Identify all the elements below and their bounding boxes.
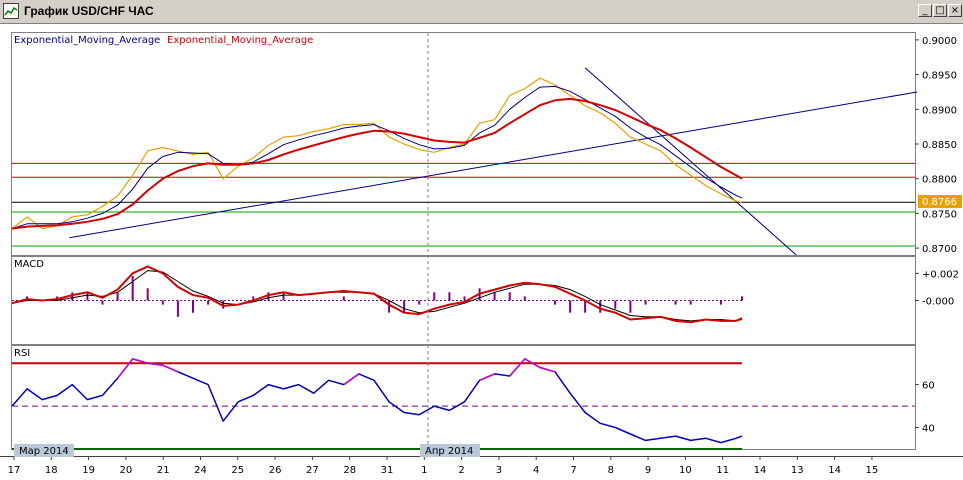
month-label-mar: Мар 2014: [19, 446, 69, 457]
legend-ema-fast: Exponential_Moving_Average: [14, 35, 160, 46]
xtick-label-5: 24: [194, 465, 207, 476]
minimize-button[interactable]: _: [918, 4, 932, 17]
xtick-label-6: 25: [231, 465, 244, 476]
price-ytick-label-5: 0.8750: [922, 209, 957, 220]
xtick-label-1: 18: [45, 465, 58, 476]
xtick-label-13: 3: [496, 465, 502, 476]
xtick-label-18: 10: [679, 465, 692, 476]
rsi-label: RSI: [14, 348, 30, 359]
xtick-label-20: 14: [754, 465, 767, 476]
xtick-label-21: 13: [791, 465, 804, 476]
month-label-apr: Апр 2014: [425, 446, 473, 457]
xtick-label-16: 8: [608, 465, 614, 476]
price-ytick-label-4: 0.8800: [922, 175, 957, 186]
xtick-label-9: 28: [343, 465, 356, 476]
xtick-label-10: 31: [381, 465, 394, 476]
chart-window-icon: [3, 3, 19, 19]
xtick-label-14: 4: [533, 465, 539, 476]
macd-ytick-label-0: +0.002: [922, 269, 959, 280]
xtick-label-3: 20: [120, 465, 133, 476]
rsi-ytick-label-1: 40: [922, 424, 935, 435]
price-ytick-label-3: 0.8850: [922, 140, 957, 151]
xtick-label-15: 7: [570, 465, 576, 476]
price-ytick-label-1: 0.8950: [922, 71, 957, 82]
chart-window: График USD/CHF ЧАС _ □ × 0.9000 0.8950 0.8…: [0, 0, 963, 480]
maximize-button[interactable]: □: [933, 4, 947, 17]
xtick-label-8: 27: [306, 465, 319, 476]
xtick-label-2: 19: [82, 465, 95, 476]
xtick-label-23: 15: [866, 465, 879, 476]
last-price-tag: 0.8766: [922, 197, 957, 208]
xtick-label-0: 17: [8, 465, 21, 476]
rsi-panel[interactable]: [11, 345, 916, 450]
xtick-label-11: 1: [421, 465, 427, 476]
macd-label: MACD: [14, 259, 44, 270]
window-title: График USD/CHF ЧАС: [24, 4, 154, 18]
xtick-label-7: 26: [269, 465, 282, 476]
xtick-label-19: 11: [716, 465, 729, 476]
rsi-ytick-label-0: 60: [922, 381, 935, 392]
xtick-label-17: 9: [645, 465, 651, 476]
chart-area[interactable]: 0.90000.89500.89000.88500.88000.87500.87…: [0, 23, 963, 480]
title-bar[interactable]: График USD/CHF ЧАС _ □ ×: [0, 0, 963, 24]
price-ytick-label-6: 0.8700: [922, 244, 957, 255]
price-ytick-label-2: 0.8900: [922, 105, 957, 116]
xtick-label-12: 2: [458, 465, 464, 476]
xtick-label-4: 21: [157, 465, 170, 476]
macd-ytick-label-1: -0.000: [922, 297, 954, 308]
xtick-label-22: 14: [828, 465, 841, 476]
legend-ema-slow: Exponential_Moving_Average: [167, 35, 313, 46]
close-button[interactable]: ×: [948, 4, 962, 17]
price-ytick-label-0: 0.9000: [922, 36, 957, 47]
